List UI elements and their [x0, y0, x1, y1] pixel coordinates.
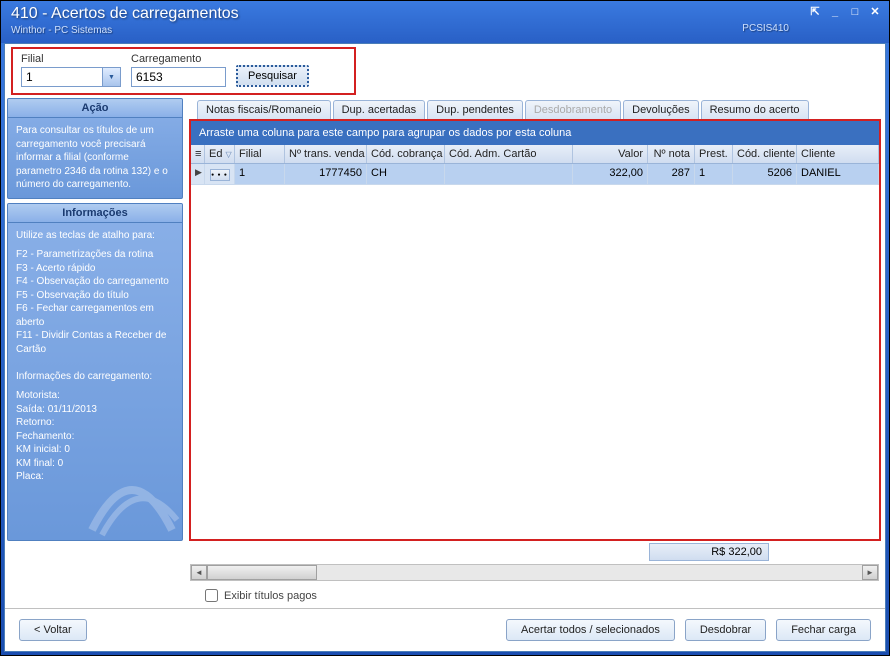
tab-notas-fiscais[interactable]: Notas fiscais/Romaneio	[197, 100, 331, 119]
row-indicator-icon: ▶	[191, 164, 205, 185]
cell-cliente: DANIEL	[797, 164, 879, 185]
minimize-icon[interactable]: _	[827, 5, 843, 19]
grid-header-row: ≡ Ed ▽ Filial Nº trans. venda Cód. cobra…	[191, 145, 879, 164]
carregamento-input[interactable]	[131, 67, 226, 87]
filial-input[interactable]	[22, 70, 102, 84]
table-row[interactable]: ▶ ● ● ● 1 1777450 CH 322,00 287 1 5206 D…	[191, 164, 879, 185]
cell-prest: 1	[695, 164, 733, 185]
exibir-pagos-checkbox[interactable]	[205, 589, 218, 602]
shortcut-line: F2 - Parametrizações da rotina	[16, 248, 174, 262]
total-value: R$ 322,00	[649, 543, 769, 561]
tab-bar: Notas fiscais/Romaneio Dup. acertadas Du…	[185, 100, 885, 119]
horizontal-scrollbar[interactable]: ◄ ►	[190, 564, 879, 581]
voltar-button[interactable]: < Voltar	[19, 619, 87, 641]
col-nota[interactable]: Nº nota	[648, 145, 695, 163]
cell-nota: 287	[648, 164, 695, 185]
sort-desc-icon: ▽	[226, 150, 232, 159]
acao-panel: Ação Para consultar os títulos de um car…	[7, 98, 183, 199]
tab-desdobramento: Desdobramento	[525, 100, 621, 119]
tab-dup-pendentes[interactable]: Dup. pendentes	[427, 100, 523, 119]
search-panel: Filial ▼ Carregamento Pesquisar	[11, 47, 356, 95]
maximize-icon[interactable]: □	[847, 5, 863, 19]
right-area: Notas fiscais/Romaneio Dup. acertadas Du…	[185, 98, 885, 541]
scroll-left-icon[interactable]: ◄	[191, 565, 207, 580]
bottom-button-bar: < Voltar Acertar todos / selecionados De…	[5, 608, 885, 651]
group-by-bar[interactable]: Arraste uma coluna para este campo para …	[191, 121, 879, 145]
filial-label: Filial	[21, 53, 121, 65]
shortcut-line: F4 - Observação do carregamento	[16, 275, 174, 289]
acao-panel-title: Ação	[8, 99, 182, 118]
scroll-thumb[interactable]	[207, 565, 317, 580]
col-ed[interactable]: Ed ▽	[205, 145, 235, 163]
shortcut-line: F3 - Acerto rápido	[16, 262, 174, 276]
carregamento-label: Carregamento	[131, 53, 226, 65]
load-heading: Informações do carregamento:	[16, 370, 174, 384]
col-cod-cliente[interactable]: Cód. cliente	[733, 145, 797, 163]
cell-cobranca: CH	[367, 164, 445, 185]
scroll-track[interactable]	[207, 565, 862, 580]
acao-panel-body: Para consultar os títulos de um carregam…	[8, 118, 182, 198]
chevron-down-icon[interactable]: ▼	[102, 68, 120, 86]
load-line: Saída: 01/11/2013	[16, 403, 174, 417]
titlebar: 410 - Acertos de carregamentos Winthor -…	[1, 1, 889, 43]
main-layout: Ação Para consultar os títulos de um car…	[5, 98, 885, 541]
cell-valor: 322,00	[573, 164, 648, 185]
cell-adm	[445, 164, 573, 185]
total-bar: R$ 322,00	[190, 543, 879, 561]
col-cliente[interactable]: Cliente	[797, 145, 879, 163]
filial-field-group: Filial ▼	[21, 53, 121, 87]
cell-cod-cliente: 5206	[733, 164, 797, 185]
col-valor[interactable]: Valor	[573, 145, 648, 163]
restore-icon[interactable]: ⇱	[807, 5, 823, 19]
grid-empty-area	[191, 185, 879, 539]
cell-edit[interactable]: ● ● ●	[205, 164, 235, 185]
tab-devolucoes[interactable]: Devoluções	[623, 100, 698, 119]
tab-resumo[interactable]: Resumo do acerto	[701, 100, 809, 119]
pesquisar-button[interactable]: Pesquisar	[236, 65, 309, 87]
tab-content: Arraste uma coluna para este campo para …	[189, 119, 881, 541]
carregamento-field-group: Carregamento	[131, 53, 226, 87]
col-filial[interactable]: Filial	[235, 145, 285, 163]
load-line: Motorista:	[16, 389, 174, 403]
edit-row-button[interactable]: ● ● ●	[210, 169, 230, 181]
load-line: Retorno:	[16, 416, 174, 430]
col-adm-cartao[interactable]: Cód. Adm. Cartão	[445, 145, 573, 163]
action-button-group: Acertar todos / selecionados Desdobrar F…	[506, 619, 871, 641]
col-cobranca[interactable]: Cód. cobrança	[367, 145, 445, 163]
data-grid: ≡ Ed ▽ Filial Nº trans. venda Cód. cobra…	[191, 145, 879, 539]
info-panel-title: Informações	[8, 204, 182, 223]
shortcut-line: F11 - Dividir Contas a Receber de Cartão	[16, 329, 174, 356]
col-trans[interactable]: Nº trans. venda	[285, 145, 367, 163]
filial-combobox[interactable]: ▼	[21, 67, 121, 87]
scroll-right-icon[interactable]: ►	[862, 565, 878, 580]
window-controls: ⇱ _ □ ✕	[807, 5, 883, 19]
acertar-todos-button[interactable]: Acertar todos / selecionados	[506, 619, 675, 641]
exibir-pagos-row: Exibir títulos pagos	[205, 589, 885, 602]
col-prest[interactable]: Prest.	[695, 145, 733, 163]
grid-options-icon[interactable]: ≡	[191, 145, 205, 163]
exibir-pagos-label: Exibir títulos pagos	[224, 590, 317, 602]
window-code: PCSIS410	[742, 23, 789, 34]
shortcut-line: F5 - Observação do título	[16, 289, 174, 303]
content-area: Filial ▼ Carregamento Pesquisar Ação Par…	[4, 43, 886, 652]
window-title: 410 - Acertos de carregamentos	[11, 5, 879, 23]
cell-trans: 1777450	[285, 164, 367, 185]
tab-dup-acertadas[interactable]: Dup. acertadas	[333, 100, 426, 119]
close-icon[interactable]: ✕	[867, 5, 883, 19]
info-panel: Informações Utilize as teclas de atalho …	[7, 203, 183, 542]
decorative-swirl-icon	[82, 440, 182, 540]
desdobrar-button[interactable]: Desdobrar	[685, 619, 766, 641]
shortcut-line: F6 - Fechar carregamentos em aberto	[16, 302, 174, 329]
grid-footer-area: R$ 322,00 ◄ ►	[190, 543, 879, 581]
shortcuts-heading: Utilize as teclas de atalho para:	[16, 229, 174, 243]
fechar-carga-button[interactable]: Fechar carga	[776, 619, 871, 641]
cell-filial: 1	[235, 164, 285, 185]
app-window: 410 - Acertos de carregamentos Winthor -…	[0, 0, 890, 656]
sidebar: Ação Para consultar os títulos de um car…	[5, 98, 185, 541]
